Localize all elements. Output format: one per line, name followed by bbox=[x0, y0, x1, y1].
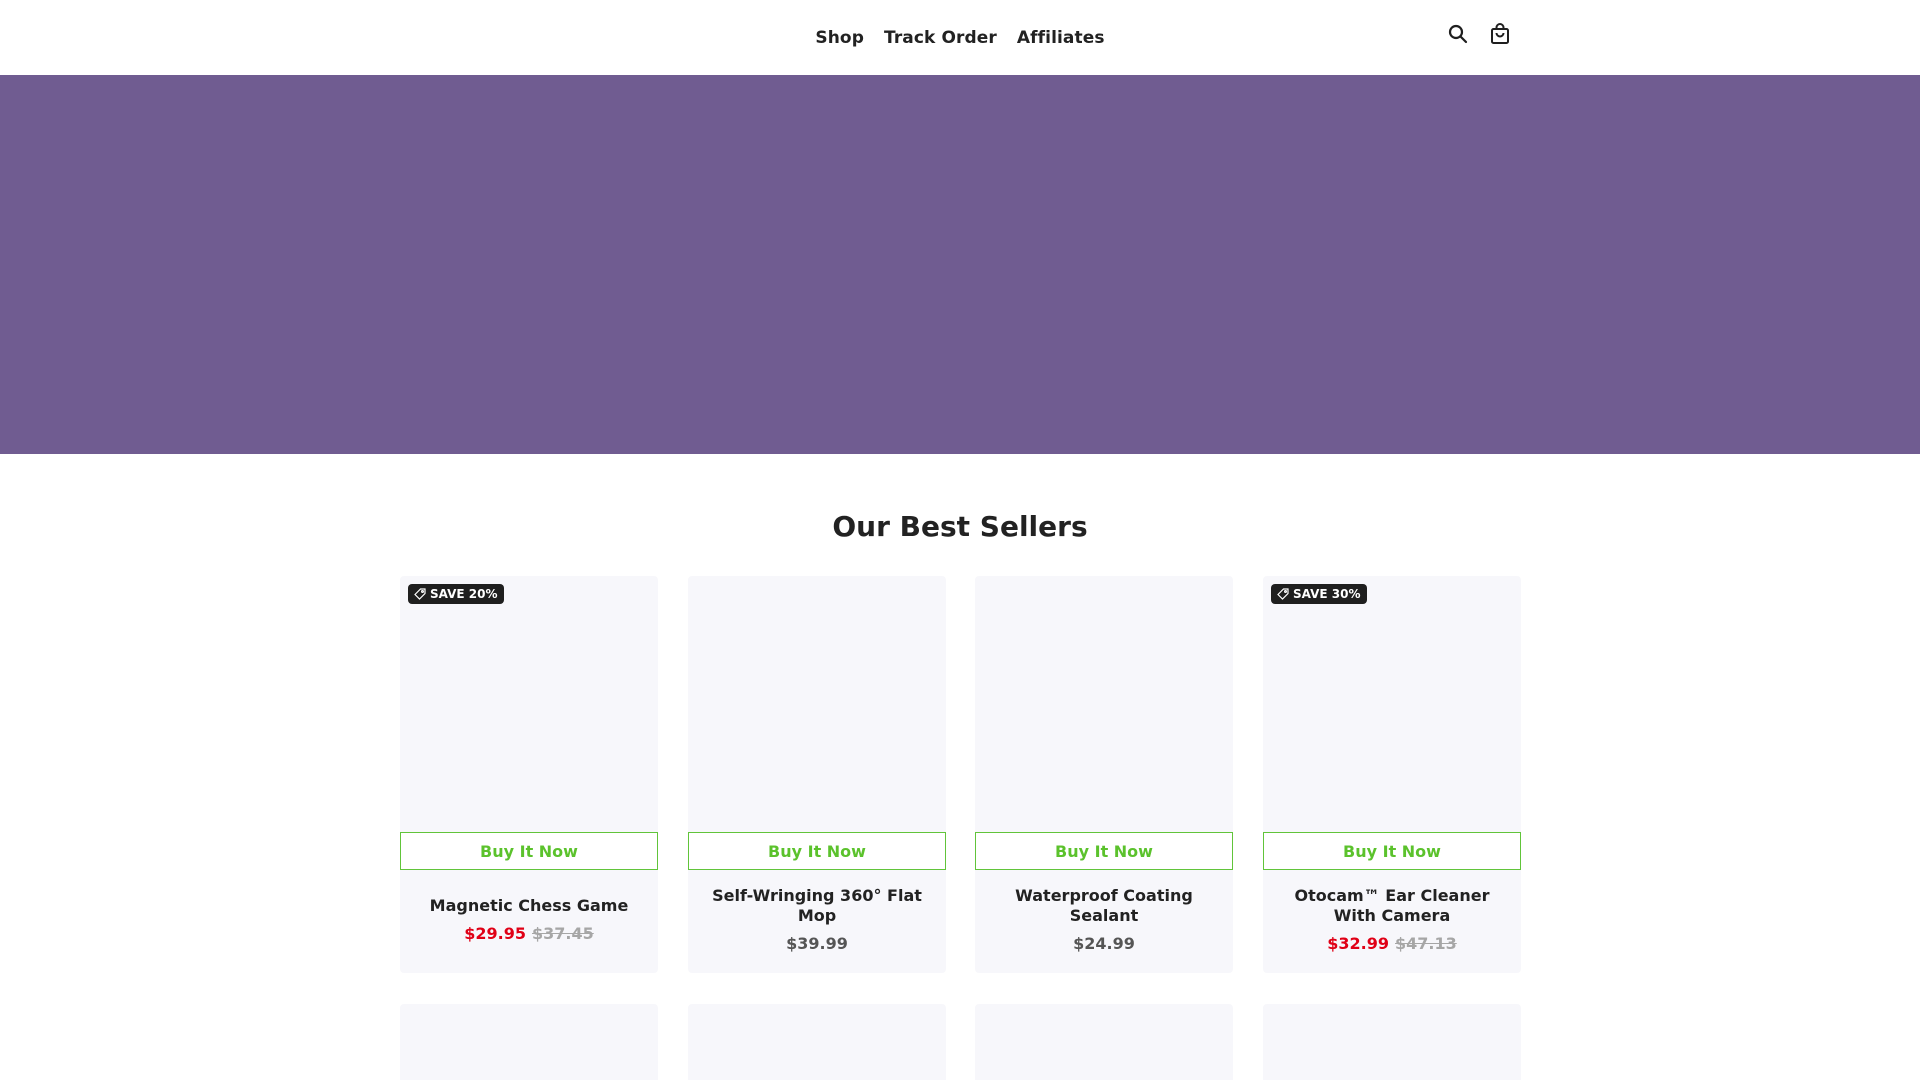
product-price: $32.99 $47.13 bbox=[1263, 934, 1521, 953]
hero-banner bbox=[0, 75, 1920, 454]
buy-it-now-button[interactable]: Buy It Now bbox=[1263, 832, 1521, 870]
product-title[interactable]: Self-Wringing 360° Flat Mop bbox=[704, 886, 930, 926]
save-badge: SAVE 20% bbox=[408, 584, 504, 604]
save-badge-label: SAVE 20% bbox=[430, 587, 498, 601]
buy-it-now-button[interactable]: Buy It Now bbox=[688, 832, 946, 870]
product-card[interactable]: SAVE 30% Buy It Now Otocam™ Ear Cleaner … bbox=[1263, 576, 1521, 973]
save-badge: SAVE 30% bbox=[1271, 584, 1367, 604]
regular-price: $39.99 bbox=[786, 934, 848, 953]
product-card[interactable] bbox=[975, 1004, 1233, 1080]
header-icons bbox=[1446, 22, 1512, 46]
regular-price: $24.99 bbox=[1073, 934, 1135, 953]
buy-it-now-button[interactable]: Buy It Now bbox=[975, 832, 1233, 870]
compare-price: $37.45 bbox=[532, 924, 594, 943]
product-title[interactable]: Otocam™ Ear Cleaner With Camera bbox=[1279, 886, 1505, 926]
bag-icon[interactable] bbox=[1488, 22, 1512, 46]
product-price: $24.99 bbox=[975, 934, 1233, 953]
nav-item-affiliates[interactable]: Affiliates bbox=[1017, 28, 1105, 48]
main-nav: Shop Track Order Affiliates bbox=[0, 0, 1920, 75]
product-card[interactable]: Buy It Now Self-Wringing 360° Flat Mop $… bbox=[688, 576, 946, 973]
product-card[interactable]: Buy It Now Waterproof Coating Sealant $2… bbox=[975, 576, 1233, 973]
sale-price: $32.99 bbox=[1327, 934, 1389, 953]
nav-item-shop[interactable]: Shop bbox=[815, 28, 864, 48]
site-header: Shop Track Order Affiliates bbox=[0, 0, 1920, 75]
compare-price: $47.13 bbox=[1395, 934, 1457, 953]
product-card[interactable]: SAVE 20% Buy It Now Magnetic Chess Game … bbox=[400, 576, 658, 973]
buy-it-now-button[interactable]: Buy It Now bbox=[400, 832, 658, 870]
nav-item-track-order[interactable]: Track Order bbox=[884, 28, 997, 48]
tag-icon bbox=[414, 588, 426, 600]
product-card[interactable] bbox=[1263, 1004, 1521, 1080]
product-card[interactable] bbox=[400, 1004, 658, 1080]
save-badge-label: SAVE 30% bbox=[1293, 587, 1361, 601]
product-price: $29.95 $37.45 bbox=[400, 924, 658, 943]
product-title[interactable]: Waterproof Coating Sealant bbox=[991, 886, 1217, 926]
product-title[interactable]: Magnetic Chess Game bbox=[416, 896, 642, 916]
search-icon[interactable] bbox=[1446, 22, 1470, 46]
product-price: $39.99 bbox=[688, 934, 946, 953]
product-card[interactable] bbox=[688, 1004, 946, 1080]
section-title: Our Best Sellers bbox=[832, 510, 1088, 543]
tag-icon bbox=[1277, 588, 1289, 600]
sale-price: $29.95 bbox=[464, 924, 526, 943]
